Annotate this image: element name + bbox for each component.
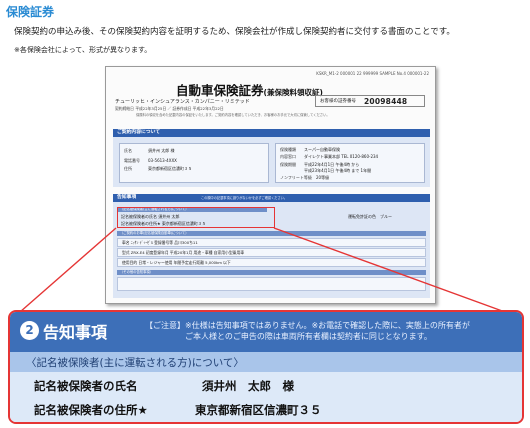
section-number-badge: 2 xyxy=(20,321,39,340)
zoom-subheading: 〈記名被保険者(主に運転される方)について〉 xyxy=(26,357,244,369)
zoom-title: 告知事項 xyxy=(43,323,108,342)
connector-right-line xyxy=(273,227,506,313)
insured-name-label: 記名被保険者の氏名 xyxy=(34,379,138,393)
insured-address-label: 記名被保険者の住所★ xyxy=(34,403,148,417)
connector-left-line xyxy=(19,227,117,313)
zoom-caution: 【ご注意】※仕様は告知事項ではありません。※お電話で確認した際に、実態上の所有者… xyxy=(145,321,470,341)
insured-address-value: 東京都新宿区信濃町３５ xyxy=(195,403,322,417)
insured-name-value: 須井州 太郎 様 xyxy=(202,379,294,393)
zoom-callout: 2 告知事項 【ご注意】※仕様は告知事項ではありません。※お電話で確認した際に、… xyxy=(8,310,524,424)
